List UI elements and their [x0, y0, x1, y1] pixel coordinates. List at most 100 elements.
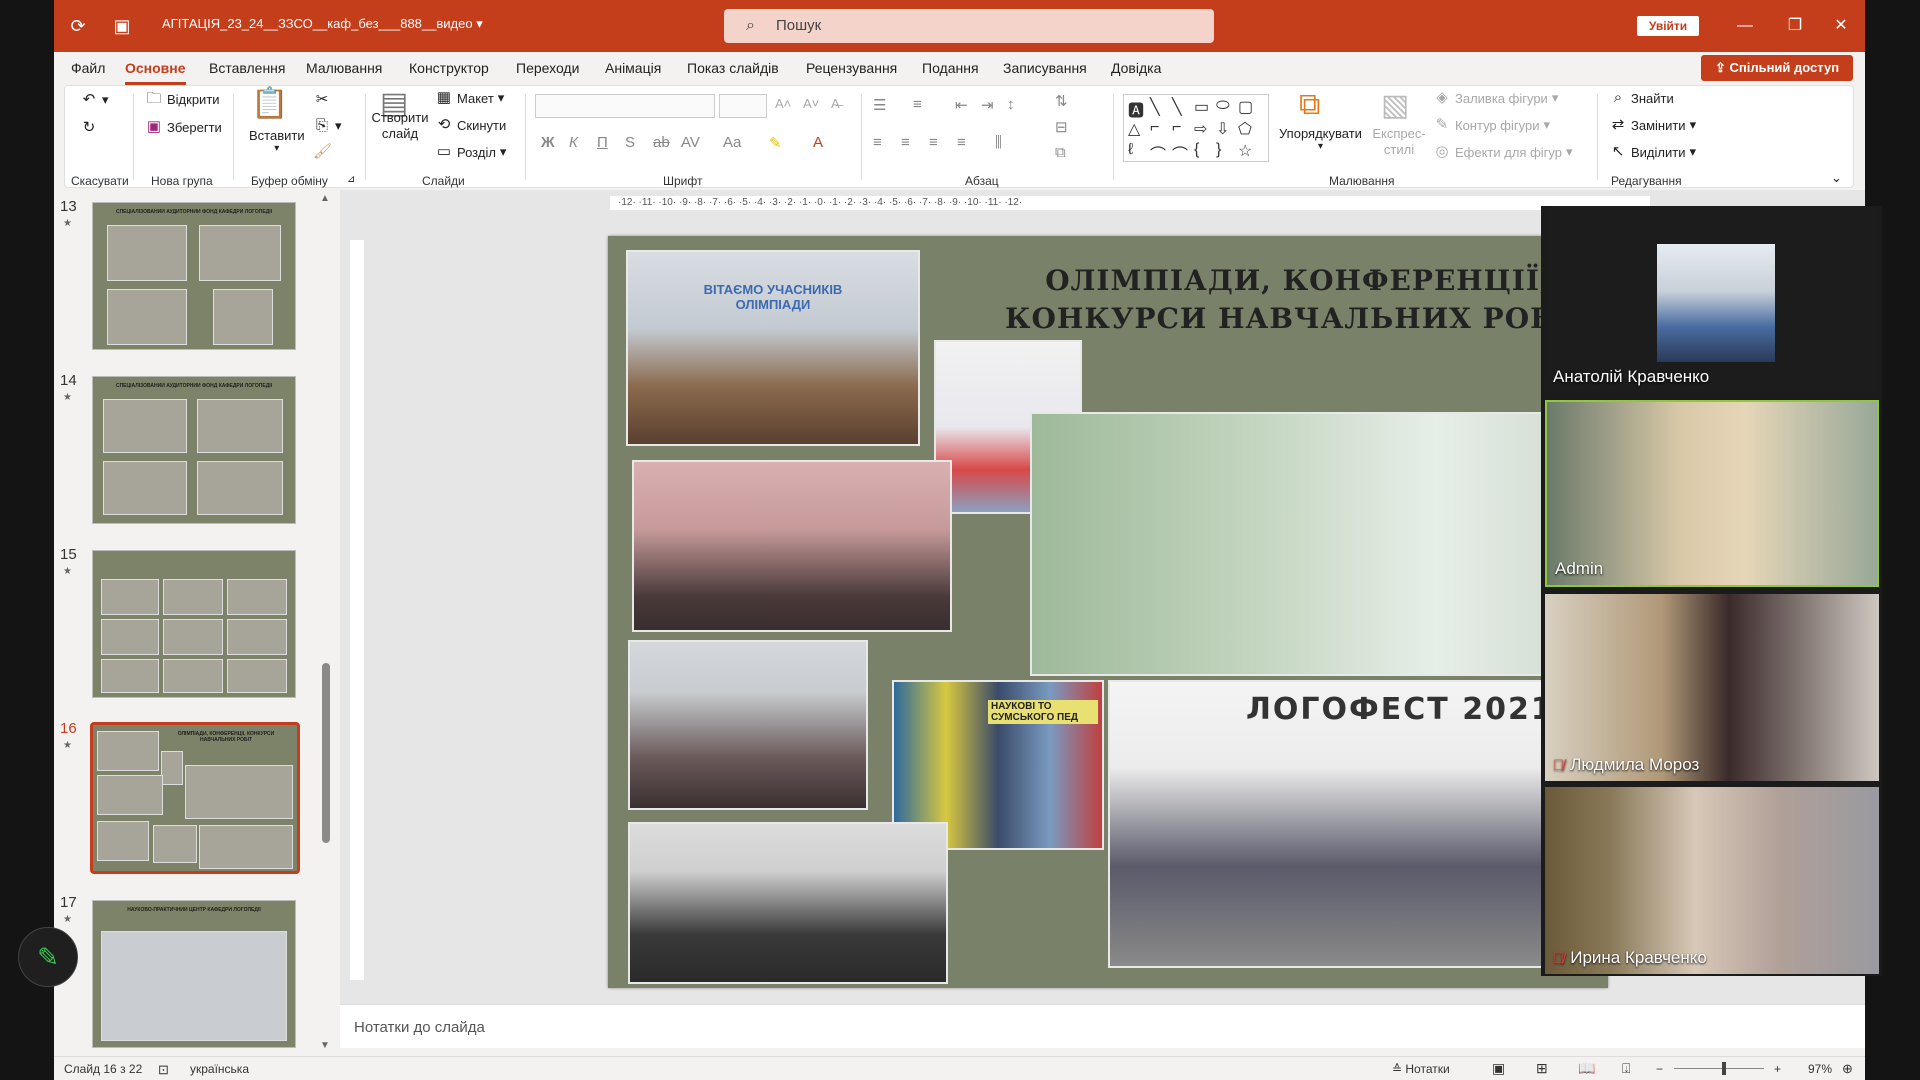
curve-shape-icon[interactable]: ℓ: [1128, 141, 1133, 159]
menu-slideshow[interactable]: Показ слайдів: [687, 60, 779, 76]
find-button[interactable]: ⌕ Знайти: [1609, 90, 1674, 106]
slide-thumbnail-13[interactable]: СПЕЦІАЛІЗОВАНИЙ АУДИТОРНИЙ ФОНД КАФЕДРИ …: [92, 202, 296, 350]
connector-shape-icon[interactable]: ⌐: [1150, 119, 1159, 137]
clear-format-icon[interactable]: A̶: [831, 96, 840, 111]
shapes-gallery[interactable]: 🅰 ╲ ╲ ▭ ⬭ ▢ △ ⌐ ⌐ ⇨ ⇩ ⬠ ℓ ⌒ ⌒ { } ☆: [1123, 94, 1269, 165]
participant-tile-3[interactable]: 🎙̸ Людмила Мороз: [1545, 594, 1879, 781]
increase-indent-icon[interactable]: ⇥: [981, 96, 994, 114]
zoom-level[interactable]: 97%: [1808, 1062, 1832, 1076]
participant-tile-2[interactable]: Admin: [1545, 400, 1879, 587]
zoom-in-icon[interactable]: +: [1774, 1062, 1781, 1076]
slide-thumbnail-15[interactable]: [92, 550, 296, 698]
participant-tile-1[interactable]: Анатолій Кравченко: [1545, 206, 1879, 393]
menu-draw[interactable]: Малювання: [306, 60, 382, 76]
smartart-icon[interactable]: ⧉: [1055, 144, 1066, 161]
quick-styles-icon[interactable]: ▧: [1381, 88, 1409, 123]
photo-conference-room[interactable]: [1030, 412, 1608, 676]
minimize-icon[interactable]: —: [1730, 12, 1760, 40]
italic-button[interactable]: К: [569, 134, 578, 151]
scroll-down-icon[interactable]: ▼: [320, 1040, 330, 1051]
menu-help[interactable]: Довідка: [1111, 60, 1161, 76]
select-button[interactable]: ↖ Виділити ▾: [1609, 144, 1696, 160]
thumbnail-scrollbar[interactable]: [322, 663, 330, 843]
zoom-slider[interactable]: [1674, 1068, 1764, 1069]
shape-outline-button[interactable]: ✎ Контур фігури ▾: [1433, 117, 1550, 133]
photo-certificates-group[interactable]: [628, 640, 868, 810]
copy-button[interactable]: ⎘ ▾: [313, 118, 342, 134]
paste-icon[interactable]: 📋: [251, 86, 288, 121]
justify-icon[interactable]: ≡: [957, 134, 966, 151]
slide-sorter-icon[interactable]: ⊞: [1536, 1060, 1548, 1077]
normal-view-icon[interactable]: ▣: [1492, 1060, 1505, 1077]
slide-thumbnail-16[interactable]: ОЛІМПІАДИ, КОНФЕРЕНЦІЇ, КОНКУРСИ НАВЧАЛЬ…: [90, 722, 300, 874]
redo-button[interactable]: ↻: [80, 120, 98, 136]
menu-animations[interactable]: Анімація: [605, 60, 661, 76]
star-shape-icon[interactable]: ☆: [1238, 141, 1252, 161]
participant-tile-4[interactable]: 🎙̸ Ирина Кравченко: [1545, 787, 1879, 974]
rounded-rect-shape-icon[interactable]: ▢: [1238, 97, 1253, 117]
decrease-indent-icon[interactable]: ⇤: [955, 96, 968, 114]
arc-shape-icon[interactable]: ⌒: [1172, 141, 1188, 165]
photo-group-pink-wall[interactable]: [632, 460, 952, 632]
replace-button[interactable]: ⇄ Замінити ▾: [1609, 117, 1696, 133]
annotate-pen-button[interactable]: ✎: [18, 927, 78, 987]
align-right-icon[interactable]: ≡: [929, 134, 938, 151]
font-color-icon[interactable]: A: [813, 134, 823, 151]
arc-shape-icon[interactable]: ⌒: [1150, 141, 1166, 165]
shape-fill-button[interactable]: ◈ Заливка фігури ▾: [1433, 90, 1558, 106]
grow-font-icon[interactable]: A˄: [775, 96, 791, 111]
zoom-out-icon[interactable]: −: [1656, 1062, 1663, 1076]
arrange-button[interactable]: Упорядкувати ▾: [1279, 126, 1362, 152]
search-box[interactable]: ⌕ Пошук: [724, 9, 1214, 43]
undo-button[interactable]: ↶ ▾: [80, 92, 109, 108]
fit-slide-icon[interactable]: ⊕: [1842, 1061, 1853, 1077]
collapse-ribbon-icon[interactable]: ⌄: [1831, 170, 1842, 186]
bold-button[interactable]: Ж: [541, 134, 555, 151]
strikethrough-button[interactable]: ab: [653, 134, 670, 151]
columns-icon[interactable]: ⫼: [995, 134, 1002, 151]
language-indicator[interactable]: українська: [190, 1062, 249, 1076]
photo-olympiad-group[interactable]: ВІТАЄМО УЧАСНИКІВ ОЛІМПІАДИ: [626, 250, 920, 446]
notes-toggle[interactable]: ≙ Нотатки: [1392, 1062, 1450, 1076]
format-painter-button[interactable]: 🖌: [313, 144, 332, 160]
slide-title[interactable]: ОЛІМПІАДИ, КОНФЕРЕНЦІЇ, КОНКУРСИ НАВЧАЛЬ…: [988, 262, 1608, 338]
save-icon[interactable]: ▣: [110, 14, 134, 38]
menu-transitions[interactable]: Переходи: [516, 60, 579, 76]
slide-thumbnail-17[interactable]: НАУКОВО-ПРАКТИЧНИЙ ЦЕНТР КАФЕДРИ ЛОГОПЕД…: [92, 900, 296, 1048]
align-text-icon[interactable]: ⊟: [1055, 118, 1068, 136]
bullets-icon[interactable]: ☰: [873, 96, 886, 114]
change-case-button[interactable]: Aa: [723, 134, 741, 151]
textbox-shape-icon[interactable]: 🅰: [1128, 97, 1144, 121]
menu-insert[interactable]: Вставлення: [209, 60, 286, 76]
clipboard-launcher-icon[interactable]: ⊿: [347, 174, 355, 185]
menu-view[interactable]: Подання: [922, 60, 979, 76]
slideshow-icon[interactable]: ⍗: [1622, 1060, 1630, 1077]
brace-shape-icon[interactable]: }: [1216, 141, 1221, 159]
autosave-icon[interactable]: ⟳: [66, 14, 90, 38]
photo-masked-group[interactable]: [628, 822, 948, 984]
reset-button[interactable]: ⟲ Скинути: [435, 117, 507, 133]
oval-shape-icon[interactable]: ⬭: [1216, 97, 1230, 115]
align-center-icon[interactable]: ≡: [901, 134, 910, 151]
cut-button[interactable]: ✂: [313, 92, 331, 108]
connector-shape-icon[interactable]: ⌐: [1172, 119, 1181, 137]
reading-view-icon[interactable]: 📖: [1578, 1060, 1595, 1077]
flowchart-shape-icon[interactable]: ⬠: [1238, 119, 1252, 139]
arrow-right-shape-icon[interactable]: ⇨: [1194, 119, 1207, 139]
align-left-icon[interactable]: ≡: [873, 134, 882, 151]
font-size-combo[interactable]: [719, 94, 767, 118]
numbering-icon[interactable]: ≡: [913, 96, 922, 113]
line-spacing-icon[interactable]: ↕: [1007, 96, 1015, 113]
paste-button[interactable]: Вставити ▾: [249, 128, 305, 154]
arrange-icon[interactable]: ⧉: [1299, 88, 1320, 122]
close-icon[interactable]: ✕: [1826, 12, 1856, 40]
slide-thumbnail-14[interactable]: СПЕЦІАЛІЗОВАНИЙ АУДИТОРНИЙ ФОНД КАФЕДРИ …: [92, 376, 296, 524]
open-button[interactable]: 🗀 Відкрити: [145, 91, 219, 107]
brace-shape-icon[interactable]: {: [1194, 141, 1199, 159]
menu-record[interactable]: Записування: [1003, 60, 1087, 76]
char-spacing-button[interactable]: AV: [681, 134, 700, 151]
photo-logofest-group[interactable]: ЛОГОФЕСТ 2021: [1108, 680, 1608, 968]
shrink-font-icon[interactable]: A˅: [803, 96, 819, 111]
highlight-icon[interactable]: ✎: [769, 134, 782, 152]
font-name-combo[interactable]: [535, 94, 715, 118]
